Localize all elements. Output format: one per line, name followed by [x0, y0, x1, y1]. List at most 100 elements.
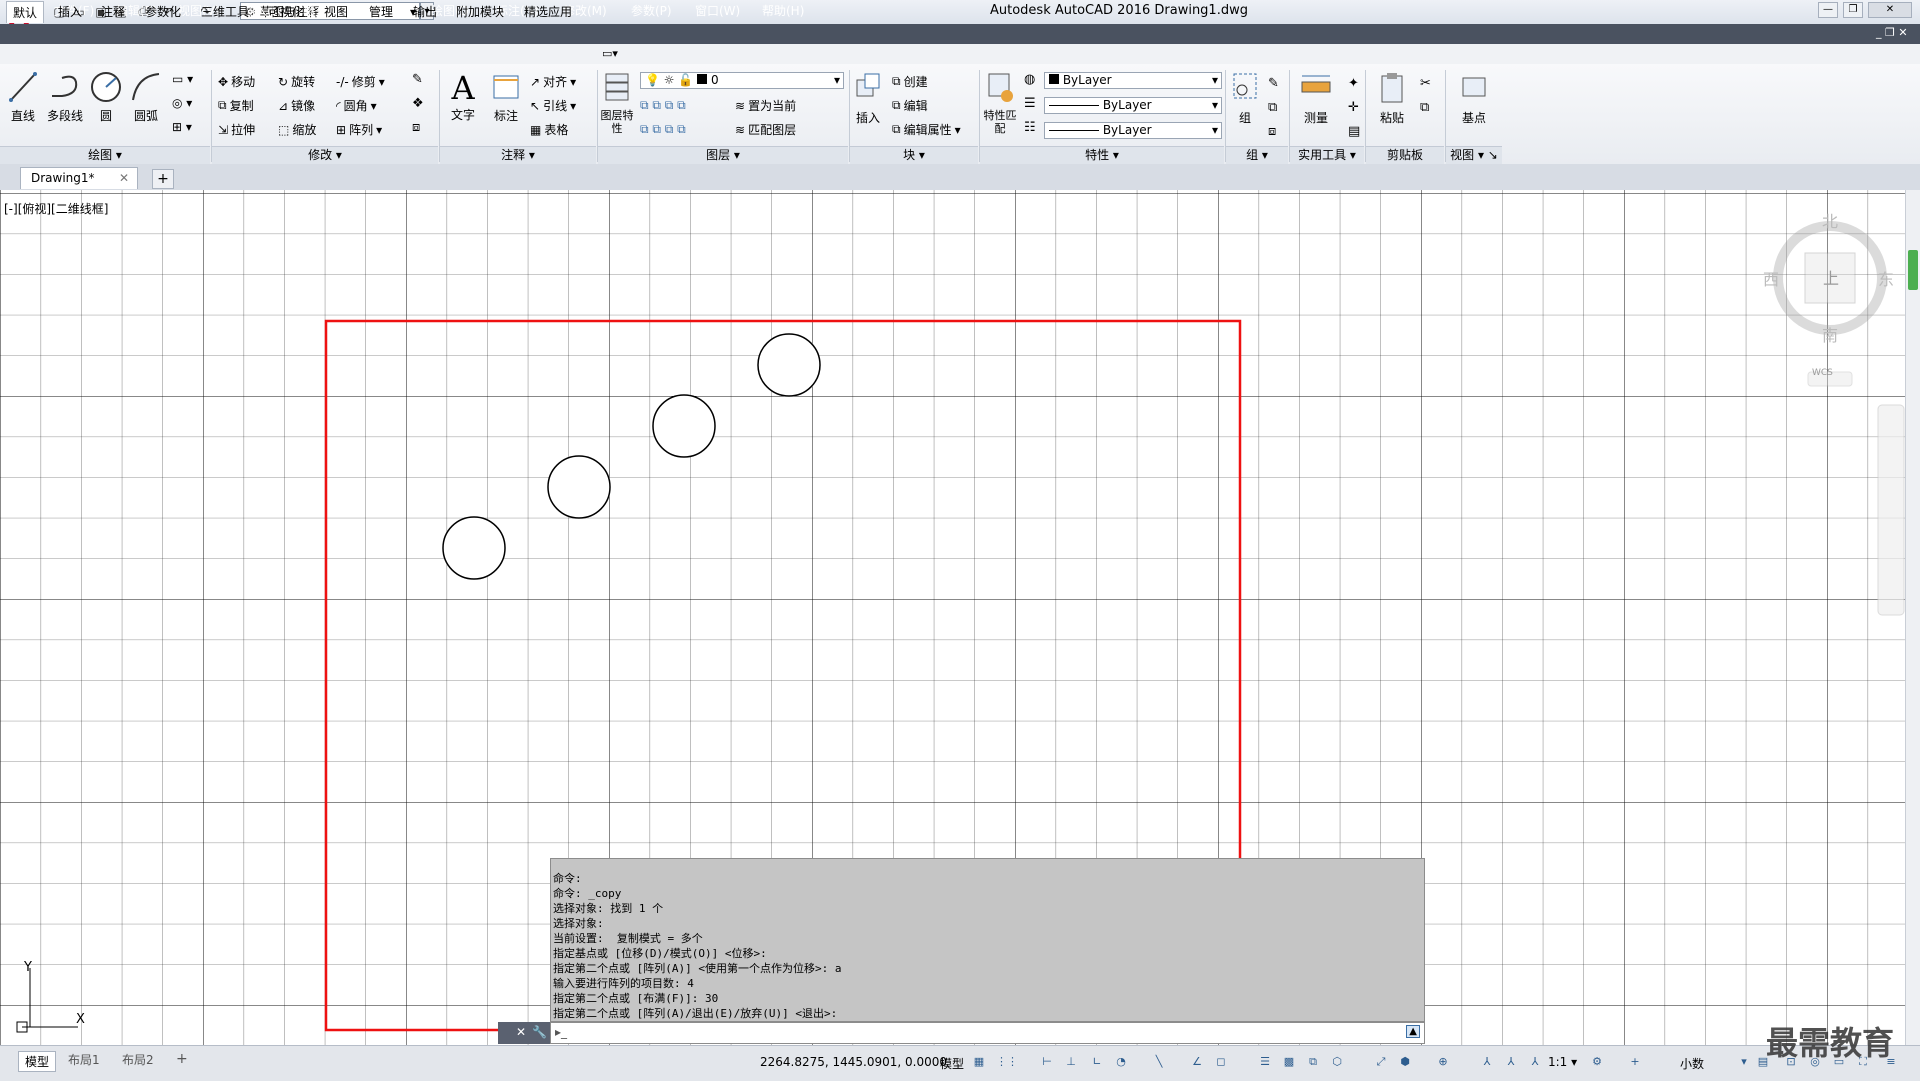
panel-layers-label[interactable]: 图层 ▾	[598, 146, 848, 164]
auto-scale-icon[interactable]: ⅄	[1504, 1055, 1518, 1069]
tab-output[interactable]: 输出	[413, 3, 437, 20]
3d-osnap-icon[interactable]: ⬡	[1330, 1055, 1344, 1069]
tab-3d-tools[interactable]: 三维工具	[201, 3, 249, 20]
object-snap-tracking-icon[interactable]: ∠	[1190, 1055, 1204, 1069]
scale-button[interactable]: ⬚ 缩放	[278, 121, 316, 138]
create-block-button[interactable]: ⧉ 创建	[892, 73, 928, 90]
tab-featured-apps[interactable]: 精选应用	[524, 3, 572, 20]
arc-button[interactable]: 圆弧	[128, 70, 164, 124]
close-icon[interactable]: ✕	[516, 1025, 526, 1039]
measure-button[interactable]: 测量	[1296, 70, 1336, 126]
tab-visualize[interactable]: 可视化	[268, 3, 304, 20]
move-button[interactable]: ✥ 移动	[218, 73, 255, 90]
panel-modify-label[interactable]: 修改 ▾	[212, 146, 438, 164]
text-button[interactable]: A 文字	[446, 70, 480, 123]
command-window-grip[interactable]: ✕ 🔧	[498, 1022, 550, 1044]
gear-icon[interactable]: ⚙	[1590, 1055, 1604, 1069]
utility-tools-icons[interactable]: ✦ ✛ ▤	[1348, 72, 1360, 144]
circle-1[interactable]	[442, 516, 506, 580]
lineweight-toggle-icon[interactable]: ☰	[1258, 1055, 1272, 1069]
viewport-controls-label[interactable]: [-][俯视][二维线框]	[4, 200, 108, 217]
chevron-down-icon[interactable]: ▾	[1737, 1055, 1751, 1069]
layer-tools-row2[interactable]: ⧉ ⧉ ⧉ ⧉	[640, 122, 686, 137]
layer-dropdown[interactable]: 💡 ☼ 🔓 0 ▾	[640, 72, 844, 89]
coordinates-readout[interactable]: 2264.8275, 1445.0901, 0.0000	[760, 1055, 947, 1069]
edit-block-button[interactable]: ⧉ 编辑	[892, 97, 928, 114]
infer-icon[interactable]: ⊢	[1040, 1055, 1054, 1069]
viewcube-east[interactable]: 东	[1878, 266, 1894, 290]
model-space-toggle[interactable]: 模型	[940, 1055, 964, 1072]
insert-block-button[interactable]: 插入	[852, 70, 884, 126]
minimize-button[interactable]: —	[1818, 2, 1838, 18]
wcs-label[interactable]: WCS	[1812, 368, 1833, 378]
navigation-bar[interactable]	[1877, 404, 1905, 616]
menu-parametric[interactable]: 参数(P)	[631, 2, 672, 19]
viewcube-west[interactable]: 西	[1763, 266, 1779, 290]
base-view-button[interactable]: 基点	[1456, 70, 1492, 126]
trim-button[interactable]: -/- 修剪 ▾	[336, 73, 385, 90]
annotation-scale-dropdown[interactable]: 1:1 ▾	[1548, 1055, 1577, 1069]
tab-insert[interactable]: 插入	[58, 3, 82, 20]
circle-4[interactable]	[757, 333, 821, 397]
lineweight-icon[interactable]: ☷	[1024, 120, 1036, 135]
match-properties-button[interactable]: 特性匹配	[983, 70, 1017, 135]
panel-utilities-label[interactable]: 实用工具 ▾	[1290, 146, 1364, 164]
edit-attributes-button[interactable]: ⧉ 编辑属性 ▾	[892, 121, 961, 138]
close-icon[interactable]: ✕	[119, 168, 129, 188]
ortho-icon[interactable]: ∟	[1090, 1055, 1104, 1069]
offset-icon[interactable]: ⧈	[412, 120, 420, 135]
panel-view-label[interactable]: 视图 ▾ ↘	[1446, 146, 1502, 164]
layout-tab-layout2[interactable]: 布局2	[122, 1051, 154, 1068]
linetype-icon[interactable]: ☰	[1024, 96, 1036, 111]
snap-icon[interactable]: ⋮⋮	[996, 1055, 1018, 1069]
object-snap-icon[interactable]: ◻	[1214, 1055, 1228, 1069]
panel-block-label[interactable]: 块 ▾	[850, 146, 978, 164]
command-input[interactable]: ▸_ ▲	[550, 1022, 1425, 1044]
ribbon-toggle-icon[interactable]: ▭▾	[602, 47, 618, 60]
panel-properties-label[interactable]: 特性 ▾	[980, 146, 1224, 164]
panel-annotation-label[interactable]: 注释 ▾	[440, 146, 596, 164]
scrollbar-thumb[interactable]	[1908, 250, 1918, 290]
leader-button[interactable]: ↖ 引线 ▾	[530, 97, 576, 114]
tab-annotate[interactable]: 注释	[101, 3, 125, 20]
fillet-button[interactable]: ◜ 圆角 ▾	[336, 97, 377, 114]
linetype-dropdown[interactable]: ByLayer ▾	[1044, 97, 1222, 114]
explode-icon[interactable]: ❖	[412, 96, 424, 111]
group-tools-icons[interactable]: ✎ ⧉ ⧈	[1268, 72, 1279, 144]
dynamic-ucs-icon[interactable]: ⤢	[1374, 1055, 1388, 1069]
stretch-button[interactable]: ⇲ 拉伸	[218, 121, 255, 138]
command-history-toggle-icon[interactable]: ▲	[1406, 1025, 1420, 1038]
isodraft-icon[interactable]: ╲	[1152, 1055, 1166, 1069]
tab-manage[interactable]: 管理	[369, 3, 393, 20]
line-button[interactable]: 直线	[6, 70, 40, 124]
menu-help[interactable]: 帮助(H)	[762, 2, 804, 19]
grid-icon[interactable]: ▦	[972, 1055, 986, 1069]
circle-button[interactable]: 圆	[88, 70, 124, 124]
region-icon[interactable]: ⊞ ▾	[172, 120, 192, 134]
layout-tab-layout1[interactable]: 布局1	[68, 1051, 100, 1068]
clipboard-tools-icons[interactable]: ✂ ⧉	[1420, 72, 1431, 120]
dynamic-input-icon[interactable]: ⊥	[1064, 1055, 1078, 1069]
rotate-button[interactable]: ↻ 旋转	[278, 73, 315, 90]
paste-button[interactable]: 粘贴	[1374, 70, 1410, 126]
viewcube-south[interactable]: 南	[1822, 322, 1838, 346]
tab-addins[interactable]: 附加模块	[456, 3, 504, 20]
gizmo-icon[interactable]: ⊕	[1436, 1055, 1450, 1069]
array-button[interactable]: ⊞ 阵列 ▾	[336, 121, 382, 138]
aligned-dim-button[interactable]: ↗ 对齐 ▾	[530, 73, 576, 90]
new-tab-plus-icon[interactable]: +	[152, 169, 174, 189]
annotation-scale-icon[interactable]: ⅄	[1528, 1055, 1542, 1069]
menu-window[interactable]: 窗口(W)	[695, 2, 740, 19]
add-layout-plus-icon[interactable]: +	[176, 1051, 188, 1067]
group-button[interactable]: 组	[1228, 70, 1262, 126]
panel-groups-label[interactable]: 组 ▾	[1226, 146, 1288, 164]
annotation-visibility-icon[interactable]: ⅄	[1480, 1055, 1494, 1069]
mirror-button[interactable]: ⊿ 镜像	[278, 97, 315, 114]
vertical-scrollbar[interactable]	[1905, 190, 1920, 1045]
panel-draw-label[interactable]: 绘图 ▾	[0, 146, 210, 164]
set-current-layer-button[interactable]: ≋ 置为当前	[735, 97, 796, 114]
selection-cycling-icon[interactable]: ⧉	[1306, 1055, 1320, 1069]
layout-tab-model[interactable]: 模型	[18, 1051, 57, 1072]
add-icon[interactable]: +	[1628, 1055, 1642, 1069]
layer-tools-row1[interactable]: ⧉ ⧉ ⧉ ⧉	[640, 98, 686, 113]
